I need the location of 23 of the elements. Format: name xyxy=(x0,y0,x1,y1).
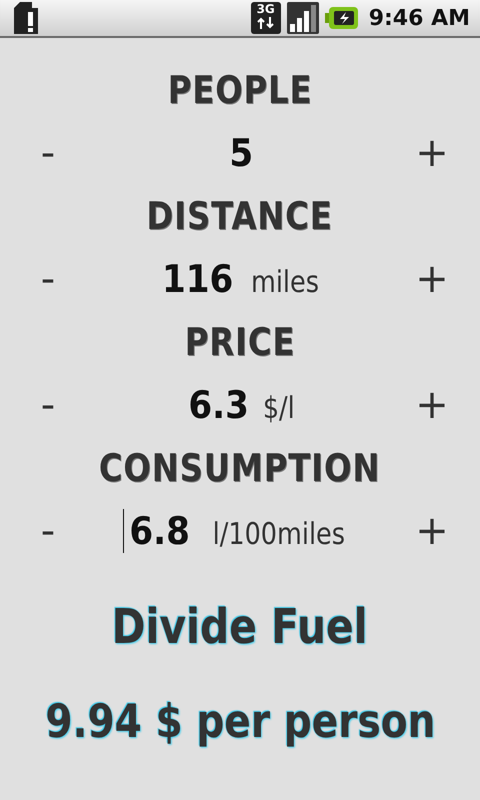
field-label: DISTANCE xyxy=(146,193,334,240)
network-3g-icon: 3G xyxy=(250,2,281,34)
divide-fuel-button[interactable]: Divide Fuel xyxy=(106,598,374,656)
value-field[interactable]: 6.3 $/l xyxy=(182,383,298,427)
increment-button[interactable]: + xyxy=(415,385,449,425)
field-label: PEOPLE xyxy=(168,67,312,114)
value-field[interactable]: 6.8 l/100miles xyxy=(122,509,357,553)
decrement-button[interactable]: - xyxy=(40,259,56,299)
decrement-button[interactable]: - xyxy=(40,385,56,425)
increment-button[interactable]: + xyxy=(415,133,449,173)
clock-time: 9:46 AM xyxy=(368,6,470,30)
signal-icon xyxy=(286,2,319,34)
value-field[interactable]: 5 xyxy=(225,131,255,175)
sd-card-warning-icon xyxy=(12,2,40,34)
field-label: CONSUMPTION xyxy=(99,445,381,492)
result-text: 9.94 $ per person xyxy=(44,694,436,748)
increment-button[interactable]: + xyxy=(415,259,449,299)
decrement-button[interactable]: - xyxy=(40,511,56,551)
field-label: PRICE xyxy=(184,319,296,366)
decrement-button[interactable]: - xyxy=(40,133,56,173)
value-field[interactable]: 116 miles xyxy=(154,257,326,301)
battery-charging-icon xyxy=(324,6,359,30)
increment-button[interactable]: + xyxy=(415,511,449,551)
